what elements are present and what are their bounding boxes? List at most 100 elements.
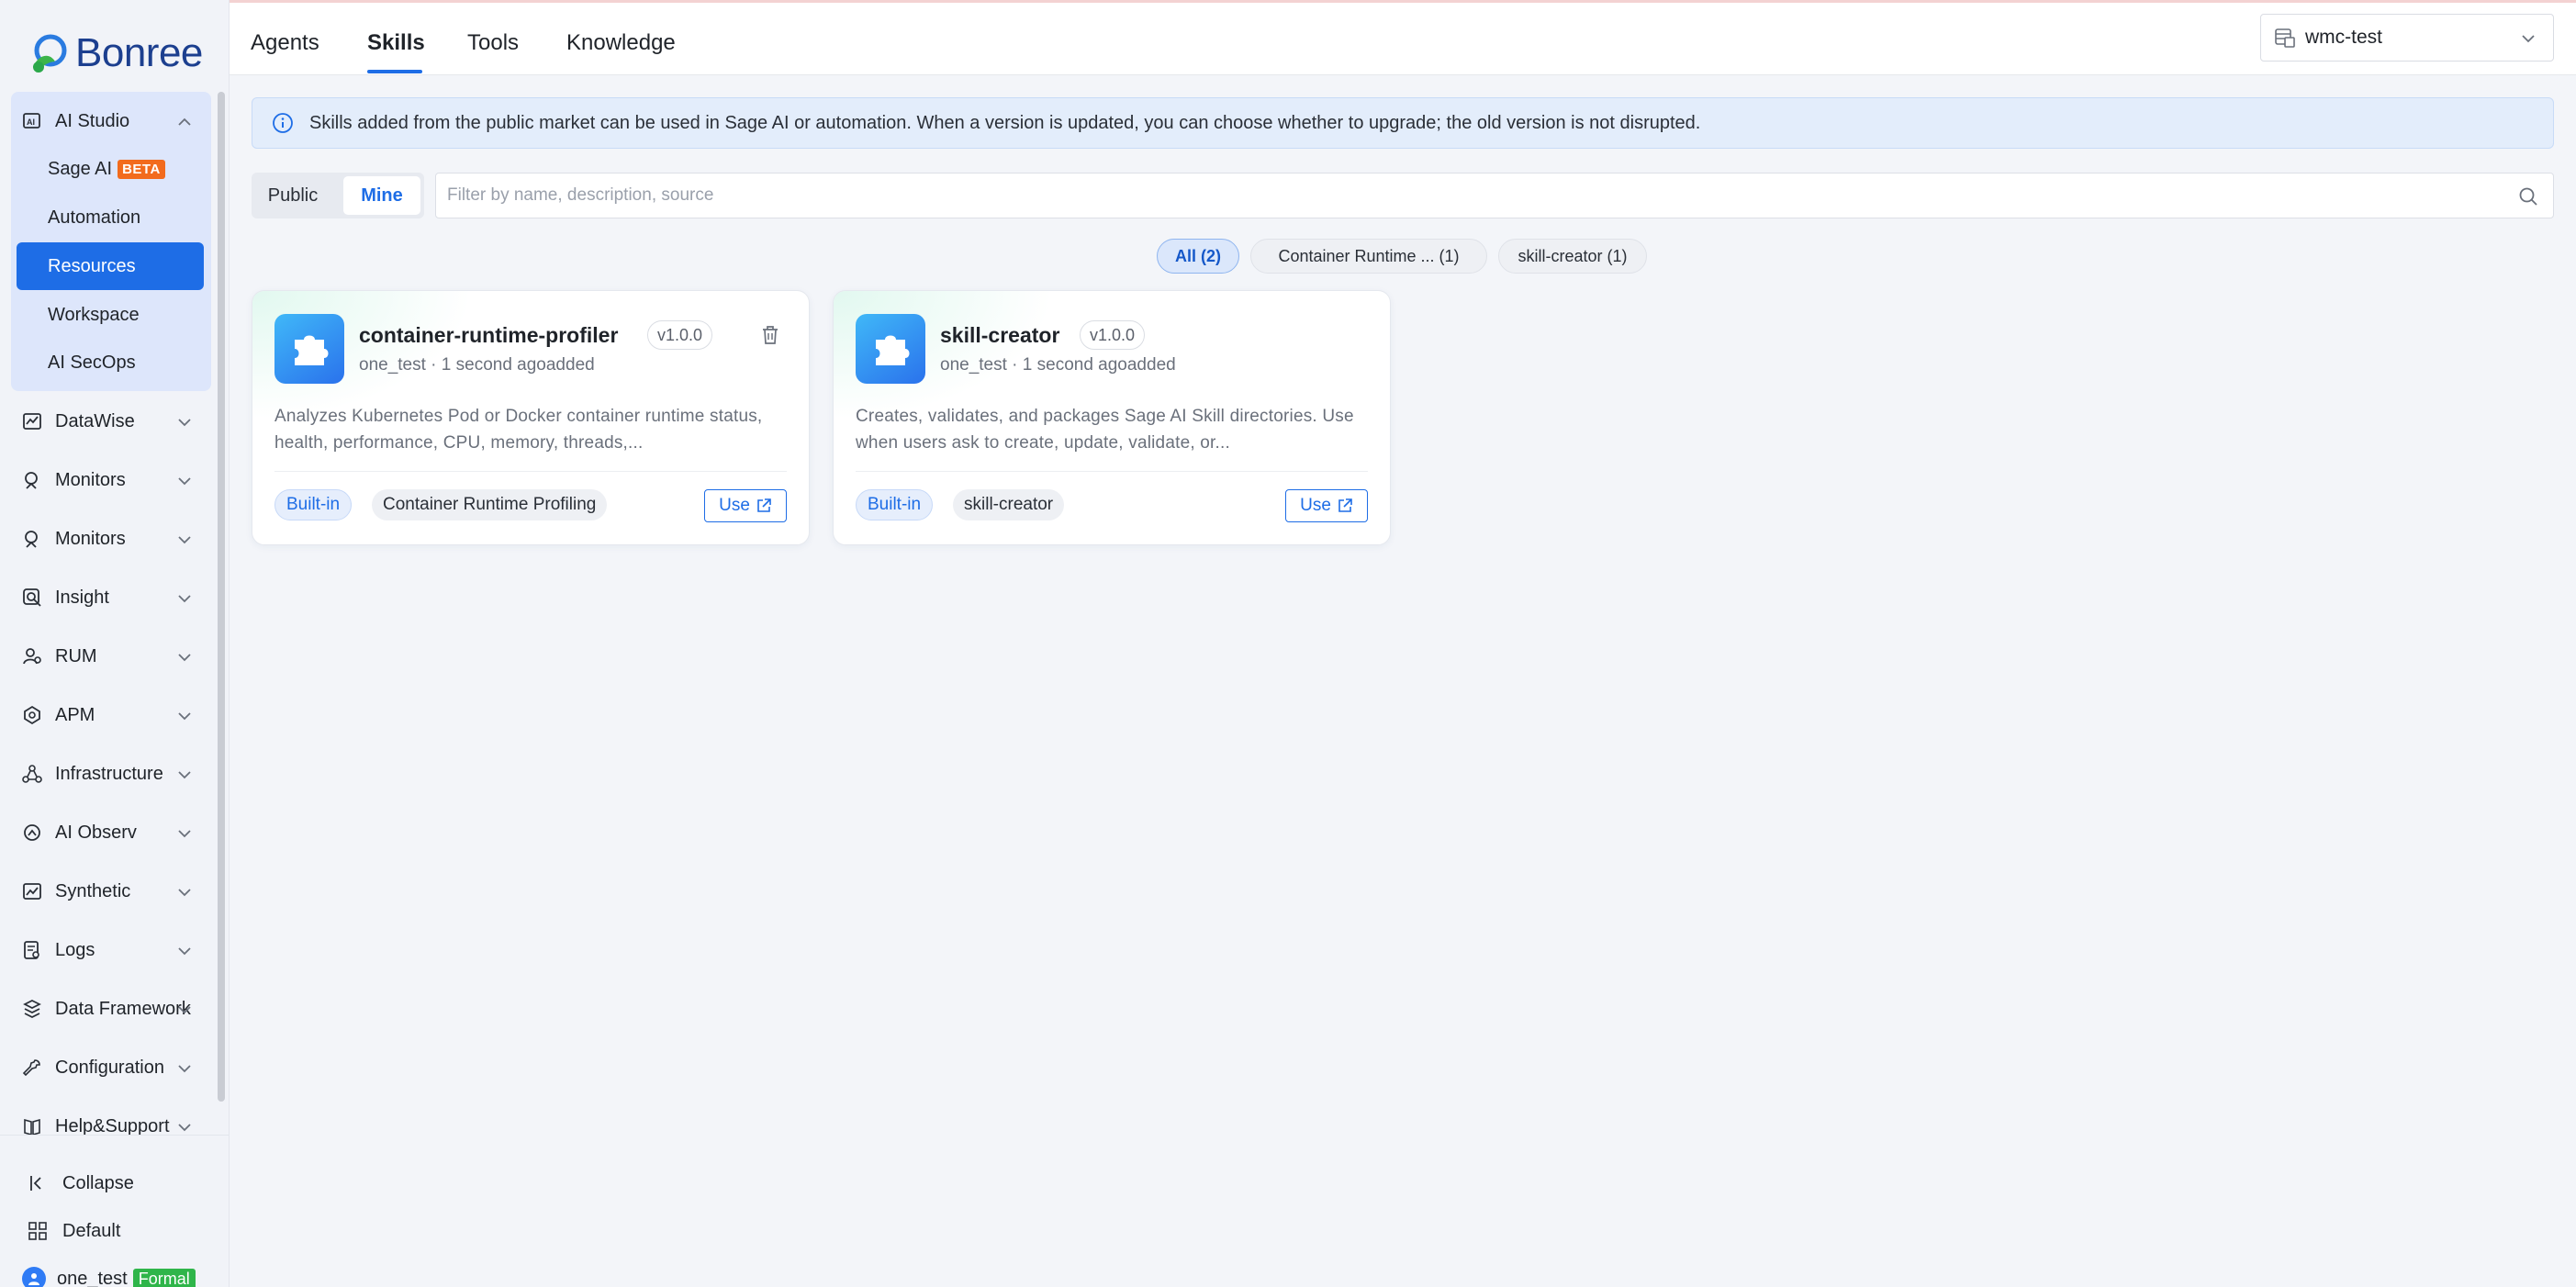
chevron-down-icon: [178, 654, 191, 662]
chevron-down-icon: [178, 712, 191, 721]
puzzle-icon: [876, 335, 910, 365]
collapse-icon: [30, 1176, 41, 1191]
use-button[interactable]: Use: [1285, 489, 1368, 522]
chip-skill-creator[interactable]: skill-creator (1): [1498, 239, 1647, 274]
chevron-down-icon: [178, 1006, 191, 1014]
divider: [274, 471, 787, 472]
tab-skills[interactable]: Skills: [367, 30, 425, 56]
external-link-icon: [1338, 498, 1352, 512]
sidebar-item-datawise[interactable]: DataWise: [0, 392, 211, 451]
version-badge: v1.0.0: [1080, 320, 1146, 350]
insight-icon: [23, 588, 41, 607]
wrench-icon: [22, 1059, 40, 1077]
sidebar-item-sage-ai[interactable]: Sage AI BETA: [17, 145, 204, 193]
skill-meta: one_test · 1 second agoadded: [940, 355, 1176, 375]
sidebar-item-label: Automation: [48, 207, 141, 228]
theme-button[interactable]: Default: [28, 1213, 120, 1249]
use-label: Use: [1300, 496, 1331, 515]
skill-icon: [274, 314, 344, 384]
notice-text: Skills added from the public market can …: [309, 112, 1701, 133]
sidebar-item-label: Monitors: [55, 528, 126, 549]
search-box: [435, 173, 2554, 218]
sidebar-item-ai-studio[interactable]: AI AI Studio: [0, 92, 211, 151]
chart-icon: [23, 413, 41, 430]
sidebar-item-rum[interactable]: RUM: [0, 627, 211, 686]
formal-badge: Formal: [132, 1268, 196, 1287]
sidebar-item-infrastructure[interactable]: Infrastructure: [0, 744, 211, 803]
sidebar-item-apm[interactable]: APM: [0, 686, 211, 744]
sidebar-footer: Collapse Default one_test Formal: [0, 1135, 229, 1287]
user-menu[interactable]: one_test Formal: [22, 1260, 196, 1287]
workspace-select[interactable]: wmc-test: [2260, 14, 2554, 62]
logs-icon: [24, 941, 39, 959]
sidebar-item-label: AI Studio: [55, 110, 130, 131]
skill-card[interactable]: skill-creator v1.0.0 one_test · 1 second…: [833, 290, 1391, 545]
synthetic-icon: [23, 883, 41, 900]
sidebar-item-label: Sage AI: [48, 158, 113, 179]
chip-all[interactable]: All (2): [1157, 239, 1239, 274]
skill-title: skill-creator: [940, 323, 1060, 347]
chevron-down-icon: [178, 477, 191, 486]
skill-description: Creates, validates, and packages Sage AI…: [856, 407, 1354, 453]
sidebar-item-label: Insight: [55, 587, 109, 608]
sidebar-item-automation[interactable]: Automation: [17, 194, 204, 241]
sidebar-item-label: Synthetic: [55, 880, 131, 901]
ai-studio-icon: AI: [23, 113, 40, 129]
builtin-tag: Built-in: [856, 489, 934, 520]
sidebar-item-synthetic[interactable]: Synthetic: [0, 862, 211, 921]
sidebar-item-label: Monitors: [55, 469, 126, 490]
skill-card[interactable]: container-runtime-profiler v1.0.0 one_te…: [252, 290, 810, 545]
sidebar-item-data-framework[interactable]: Data Framework: [0, 979, 211, 1038]
sidebar-item-label: APM: [55, 704, 95, 725]
sidebar-item-workspace[interactable]: Workspace: [17, 291, 204, 339]
category-tag: Container Runtime Profiling: [372, 489, 608, 520]
category-tag: skill-creator: [953, 489, 1065, 520]
monitor-icon: [25, 531, 38, 548]
sidebar-item-label: Infrastructure: [55, 763, 163, 784]
user-icon: [23, 648, 41, 665]
puzzle-icon: [295, 335, 329, 365]
sidebar-item-ai-observ[interactable]: AI Observ: [0, 803, 211, 862]
divider: [856, 471, 1368, 472]
collapse-label: Collapse: [62, 1172, 134, 1193]
chip-container-runtime[interactable]: Container Runtime ... (1): [1250, 239, 1487, 274]
svg-text:AI: AI: [27, 118, 35, 127]
theme-label: Default: [62, 1220, 121, 1241]
filter-chips: All (2) Container Runtime ... (1) skill-…: [0, 239, 2576, 275]
bonree-logo[interactable]: Bonree: [26, 26, 203, 81]
infrastructure-icon: [22, 765, 42, 783]
sidebar-item-logs[interactable]: Logs: [0, 921, 211, 979]
tab-tools[interactable]: Tools: [467, 30, 519, 56]
sidebar-item-monitors-2[interactable]: Monitors: [0, 509, 211, 568]
book-icon: [24, 1118, 40, 1136]
search-input[interactable]: [447, 173, 2503, 218]
sidebar-item-configuration[interactable]: Configuration: [0, 1038, 211, 1097]
sidebar-item-monitors[interactable]: Monitors: [0, 451, 211, 509]
use-button[interactable]: Use: [704, 489, 787, 522]
skill-title: container-runtime-profiler: [359, 323, 619, 347]
sidebar-item-ai-secops[interactable]: AI SecOps: [17, 339, 204, 386]
version-badge: v1.0.0: [647, 320, 713, 350]
user-name: one_test: [57, 1268, 128, 1287]
segment-mine[interactable]: Mine: [343, 176, 420, 215]
tab-agents[interactable]: Agents: [251, 30, 319, 56]
collapse-button[interactable]: Collapse: [28, 1165, 134, 1202]
avatar: [22, 1267, 46, 1287]
sidebar-item-insight[interactable]: Insight: [0, 568, 211, 627]
builtin-tag: Built-in: [274, 489, 353, 520]
chevron-down-icon: [178, 1065, 191, 1073]
sidebar-item-label: RUM: [55, 645, 97, 666]
sidebar-item-label: DataWise: [55, 410, 135, 431]
trash-icon[interactable]: [759, 324, 781, 346]
sidebar-item-label: AI SecOps: [48, 352, 136, 373]
ai-observ-icon: [24, 824, 40, 841]
active-tab-indicator: [367, 70, 422, 73]
sidebar-item-label: Data Framework: [55, 998, 191, 1019]
sidebar-item-label: AI Observ: [55, 822, 137, 843]
external-link-icon: [757, 498, 771, 512]
apm-icon: [24, 705, 40, 725]
search-icon[interactable]: [2518, 186, 2538, 207]
tab-knowledge[interactable]: Knowledge: [566, 30, 676, 56]
bonree-logo-icon: [33, 34, 67, 73]
segment-public[interactable]: Public: [255, 176, 330, 215]
